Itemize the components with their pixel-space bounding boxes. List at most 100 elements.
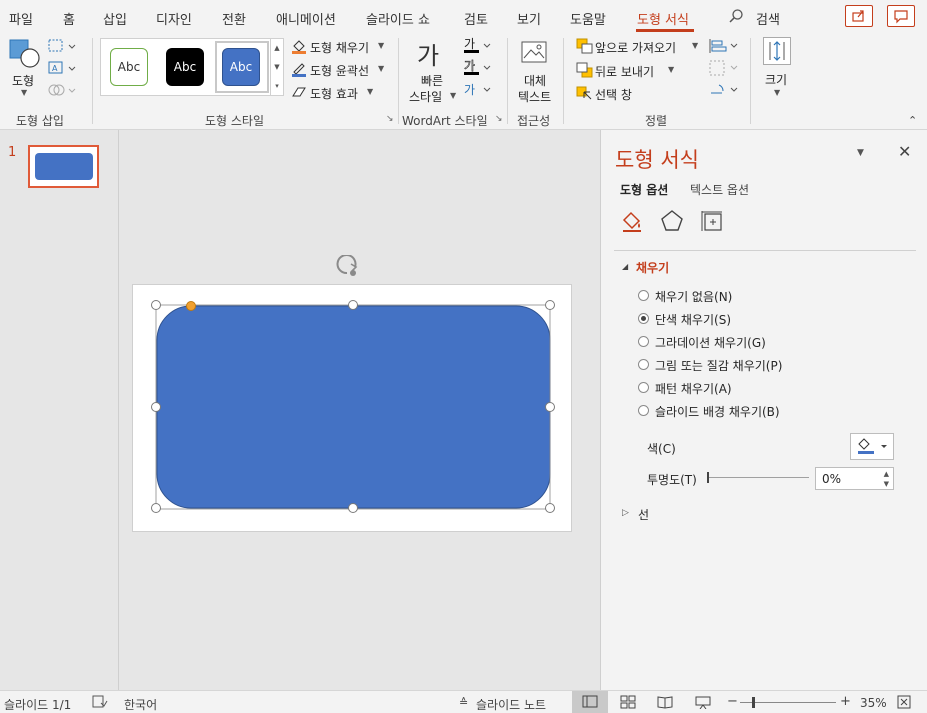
shape-style-blue[interactable]: Abc [222,48,260,86]
search-label[interactable]: 검색 [756,9,780,28]
notes-icon: ≙ [459,696,469,709]
tab-help[interactable]: 도움말 [570,9,606,28]
merge-shapes-icon[interactable] [47,81,77,102]
tab-text-options[interactable]: 텍스트 옵션 [690,181,749,198]
fill-option-label[interactable]: 그림 또는 질감 채우기(P) [655,357,782,374]
group-divider [398,38,399,124]
collapse-ribbon-icon[interactable]: ⌃ [908,114,917,127]
tab-shape-options[interactable]: 도형 옵션 [620,181,668,198]
reading-view-icon[interactable] [657,695,673,712]
pentagon-effects-icon[interactable] [660,209,684,236]
share-button[interactable] [845,5,873,27]
tab-animations[interactable]: 애니메이션 [276,9,336,28]
pattern-fill-radio[interactable] [638,382,649,393]
selection-pane-button[interactable]: 선택 창 [595,86,632,103]
edit-shape-icon[interactable] [47,37,77,58]
tab-view[interactable]: 보기 [517,9,541,28]
tab-insert[interactable]: 삽입 [103,9,127,28]
pane-options-chevron-icon[interactable]: ▼ [857,148,864,158]
fill-option-label[interactable]: 단색 채우기(S) [655,311,731,328]
slide-sorter-icon[interactable] [620,695,636,712]
text-outline-icon[interactable]: 가 [462,59,492,80]
chevron-down-icon: ▼ [21,88,28,97]
fill-section-header[interactable]: 채우기 [636,259,669,276]
corner-radius-handle [186,301,196,311]
fill-line-icon[interactable] [620,209,644,236]
line-section-header[interactable]: 선 [638,506,649,523]
bring-forward-icon [576,38,594,57]
selected-shape-group[interactable] [140,255,570,525]
zoom-in-button[interactable]: + [840,694,851,709]
zoom-out-button[interactable]: − [727,694,738,709]
text-effects-icon[interactable]: 가 [462,81,492,102]
gradient-fill-radio[interactable] [638,336,649,347]
picture-fill-radio[interactable] [638,359,649,370]
normal-view-button[interactable] [572,691,608,713]
size-icon[interactable] [763,37,791,65]
size-properties-icon[interactable] [700,209,724,236]
gallery-scroll[interactable]: ▲ ▼ ▾ [270,38,284,96]
transparency-slider-thumb[interactable] [707,472,709,483]
fill-none-radio[interactable] [638,290,649,301]
zoom-slider-thumb[interactable] [752,697,755,708]
solid-fill-radio[interactable] [638,313,649,324]
slideshow-icon[interactable] [695,695,711,712]
comments-button[interactable] [887,5,915,27]
tab-file[interactable]: 파일 [9,9,33,28]
fill-color-picker[interactable] [850,433,894,460]
group-label-arrange: 정렬 [645,114,668,128]
accessibility-check-icon[interactable] [92,695,108,712]
size-button[interactable]: 크기 [765,71,787,88]
shape-fill-button[interactable]: 도형 채우기 [310,39,369,56]
bring-forward-button[interactable]: 앞으로 가져오기 [595,39,676,56]
tab-slideshow[interactable]: 슬라이드 쇼 [366,9,430,28]
dialog-launcher-icon[interactable]: ↘ [386,114,394,124]
fill-option-label[interactable]: 그라데이션 채우기(G) [655,334,766,351]
send-backward-button[interactable]: 뒤로 보내기 [595,63,654,80]
text-box-icon[interactable]: A [47,59,77,80]
shape-style-black[interactable]: Abc [166,48,204,86]
zoom-level[interactable]: 35% [860,696,887,710]
notes-button[interactable]: 슬라이드 노트 [476,696,546,713]
wordart-quick-styles-icon[interactable]: 가 [417,36,439,71]
transparency-input[interactable]: 0% ▲ ▼ [815,467,894,490]
quick-styles-button-line2[interactable]: 스타일 [409,88,442,105]
section-expanded-icon[interactable]: ◢ [622,262,628,271]
tab-transitions[interactable]: 전환 [222,9,246,28]
resize-handle [348,503,358,513]
fit-to-window-icon[interactable] [897,695,911,712]
text-fill-icon[interactable]: 가 [462,37,492,58]
dialog-launcher-icon[interactable]: ↘ [495,114,503,124]
tab-review[interactable]: 검토 [464,9,488,28]
alt-text-button-line2[interactable]: 텍스트 [518,88,551,105]
resize-handle [545,402,555,412]
resize-handle [151,402,161,412]
shapes-button[interactable]: 도형 [12,72,34,89]
alt-text-button[interactable]: 대체 [524,72,546,89]
fill-option-label[interactable]: 채우기 없음(N) [655,288,732,305]
background-fill-radio[interactable] [638,405,649,416]
tab-home[interactable]: 홈 [63,9,75,28]
quick-styles-button[interactable]: 빠른 [421,72,443,89]
alt-text-icon[interactable] [520,38,552,71]
shape-outline-button[interactable]: 도형 윤곽선 [310,62,369,79]
section-collapsed-icon[interactable]: ▷ [622,508,629,518]
tab-shape-format[interactable]: 도형 서식 [637,9,689,28]
fill-option-label[interactable]: 슬라이드 배경 채우기(B) [655,403,780,420]
tab-design[interactable]: 디자인 [156,9,192,28]
rotate-icon[interactable] [707,81,739,102]
slide-thumbnail[interactable] [28,145,99,188]
fill-option-label[interactable]: 패턴 채우기(A) [655,380,732,397]
search-icon[interactable] [728,8,744,27]
rotate-handle-icon [336,255,358,276]
language-indicator[interactable]: 한국어 [124,696,157,713]
transparency-slider-track[interactable] [707,477,809,478]
shape-effects-button[interactable]: 도형 효과 [310,85,358,102]
group-label-shape-styles: 도형 스타일 [205,114,265,128]
shapes-gallery-icon[interactable] [8,38,40,75]
close-icon[interactable]: ✕ [898,142,911,161]
spinner-arrows-icon[interactable]: ▲ ▼ [884,469,889,489]
align-icon[interactable] [707,37,739,58]
group-objects-icon[interactable] [707,59,739,80]
shape-style-outline-green[interactable]: Abc [110,48,148,86]
